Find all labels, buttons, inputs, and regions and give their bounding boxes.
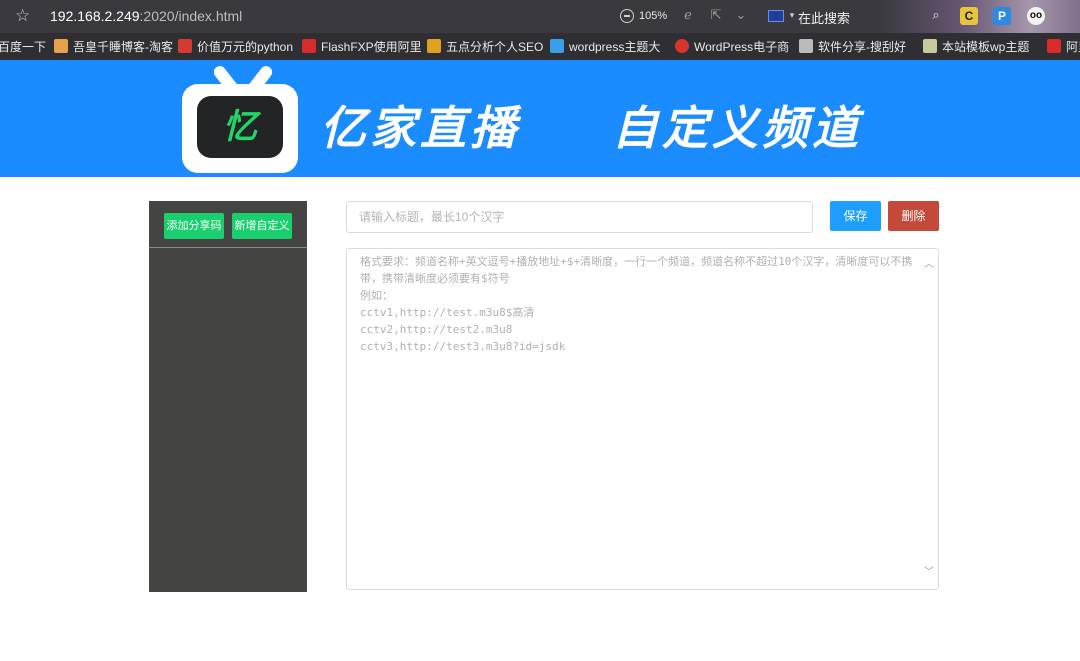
new-custom-button[interactable]: 新增自定义 — [232, 213, 292, 239]
site-title: 亿家直播 — [320, 101, 520, 155]
url-path: :2020/index.html — [139, 8, 243, 24]
delete-button[interactable]: 删除 — [888, 201, 939, 231]
url-host: 192.168.2.249 — [50, 8, 140, 24]
share-icon[interactable]: ⇱ — [708, 8, 724, 24]
scroll-up-icon[interactable]: ︿ — [923, 259, 935, 271]
bookmark-label: 价值万元的python — [197, 40, 294, 54]
site-logo-mark: 忆 — [223, 107, 257, 147]
zoom-out-icon[interactable] — [620, 9, 634, 23]
bookmark-label: 软件分享-搜刮好 — [818, 40, 906, 54]
bookmark-item[interactable]: FlashFXP使用阿里 — [302, 39, 422, 55]
bookmark-favicon-icon — [550, 39, 564, 53]
bookmark-item[interactable]: 本站模板wp主题 — [923, 39, 1029, 55]
bookmark-label: 阿里 — [1066, 40, 1080, 54]
bookmark-label: FlashFXP使用阿里 — [321, 40, 422, 54]
bookmark-favicon-icon — [178, 39, 192, 53]
bookmark-label: 百度一下 — [0, 40, 47, 54]
bookmark-favicon-icon — [54, 39, 68, 53]
bookmark-favicon-icon — [427, 39, 441, 53]
bookmark-label: 本站模板wp主题 — [942, 40, 1030, 54]
title-input[interactable] — [346, 201, 813, 233]
bookmark-item[interactable]: 价值万元的python — [178, 39, 293, 55]
sidebar-actions: 添加分享码 新增自定义 — [149, 201, 307, 248]
search-icon[interactable]: ⌕ — [928, 8, 944, 24]
bookmark-item[interactable]: 吾皇千睡博客-淘客 — [54, 39, 173, 55]
url-field[interactable]: 192.168.2.249:2020/index.html — [50, 8, 242, 24]
chevron-down-icon[interactable]: ⌄ — [733, 8, 749, 24]
zoom-level[interactable]: 105% — [639, 10, 667, 22]
bookmark-label: 五点分析个人SEO — [446, 40, 544, 54]
bookmark-favicon-icon — [302, 39, 316, 53]
bookmark-item[interactable]: WordPress电子商 — [675, 39, 789, 55]
bookmark-item[interactable]: 软件分享-搜刮好 — [799, 39, 906, 55]
flag-icon[interactable] — [768, 10, 784, 22]
bookmark-favicon-icon — [799, 39, 813, 53]
site-banner — [0, 60, 1080, 177]
channel-sidebar: 添加分享码 新增自定义 — [149, 201, 307, 592]
channel-content-textarea[interactable]: 格式要求：频道名称+英文逗号+播放地址+$+清晰度，一行一个频道，频道名称不超过… — [346, 248, 939, 590]
add-share-code-button[interactable]: 添加分享码 — [164, 213, 224, 239]
bookmark-label: wordpress主题大 — [569, 40, 661, 54]
bookmarks-bar: 百度一下 吾皇千睡博客-淘客 价值万元的python FlashFXP使用阿里 … — [0, 33, 1080, 60]
bookmark-item[interactable]: 五点分析个人SEO — [427, 39, 543, 55]
save-button[interactable]: 保存 — [830, 201, 881, 231]
content-placeholder: 格式要求：频道名称+英文逗号+播放地址+$+清晰度，一行一个频道，频道名称不超过… — [360, 255, 913, 353]
bookmark-item[interactable]: wordpress主题大 — [550, 39, 660, 55]
bookmark-label: 吾皇千睡博客-淘客 — [73, 40, 173, 54]
site-subtitle: 自定义频道 — [612, 101, 862, 155]
extension-c-icon[interactable]: C — [960, 7, 978, 25]
bookmark-label: WordPress电子商 — [694, 40, 790, 54]
scroll-down-icon[interactable]: ﹀ — [923, 567, 935, 579]
search-box-label[interactable]: 在此搜索 — [798, 8, 850, 27]
bookmark-item[interactable]: 百度一下 — [0, 39, 46, 55]
ie-mode-icon[interactable]: ℯ — [680, 8, 696, 24]
bookmark-star-icon[interactable]: ☆ — [15, 6, 35, 26]
bookmark-item[interactable]: 阿里 — [1047, 39, 1080, 55]
bookmark-favicon-icon — [1047, 39, 1061, 53]
extension-p-icon[interactable]: P — [993, 7, 1011, 25]
extension-face-icon[interactable]: oo — [1027, 7, 1045, 25]
bookmark-favicon-icon — [675, 39, 689, 53]
browser-address-bar: ☆ 192.168.2.249:2020/index.html 105% ℯ ⇱… — [0, 0, 1080, 60]
bookmark-favicon-icon — [923, 39, 937, 53]
